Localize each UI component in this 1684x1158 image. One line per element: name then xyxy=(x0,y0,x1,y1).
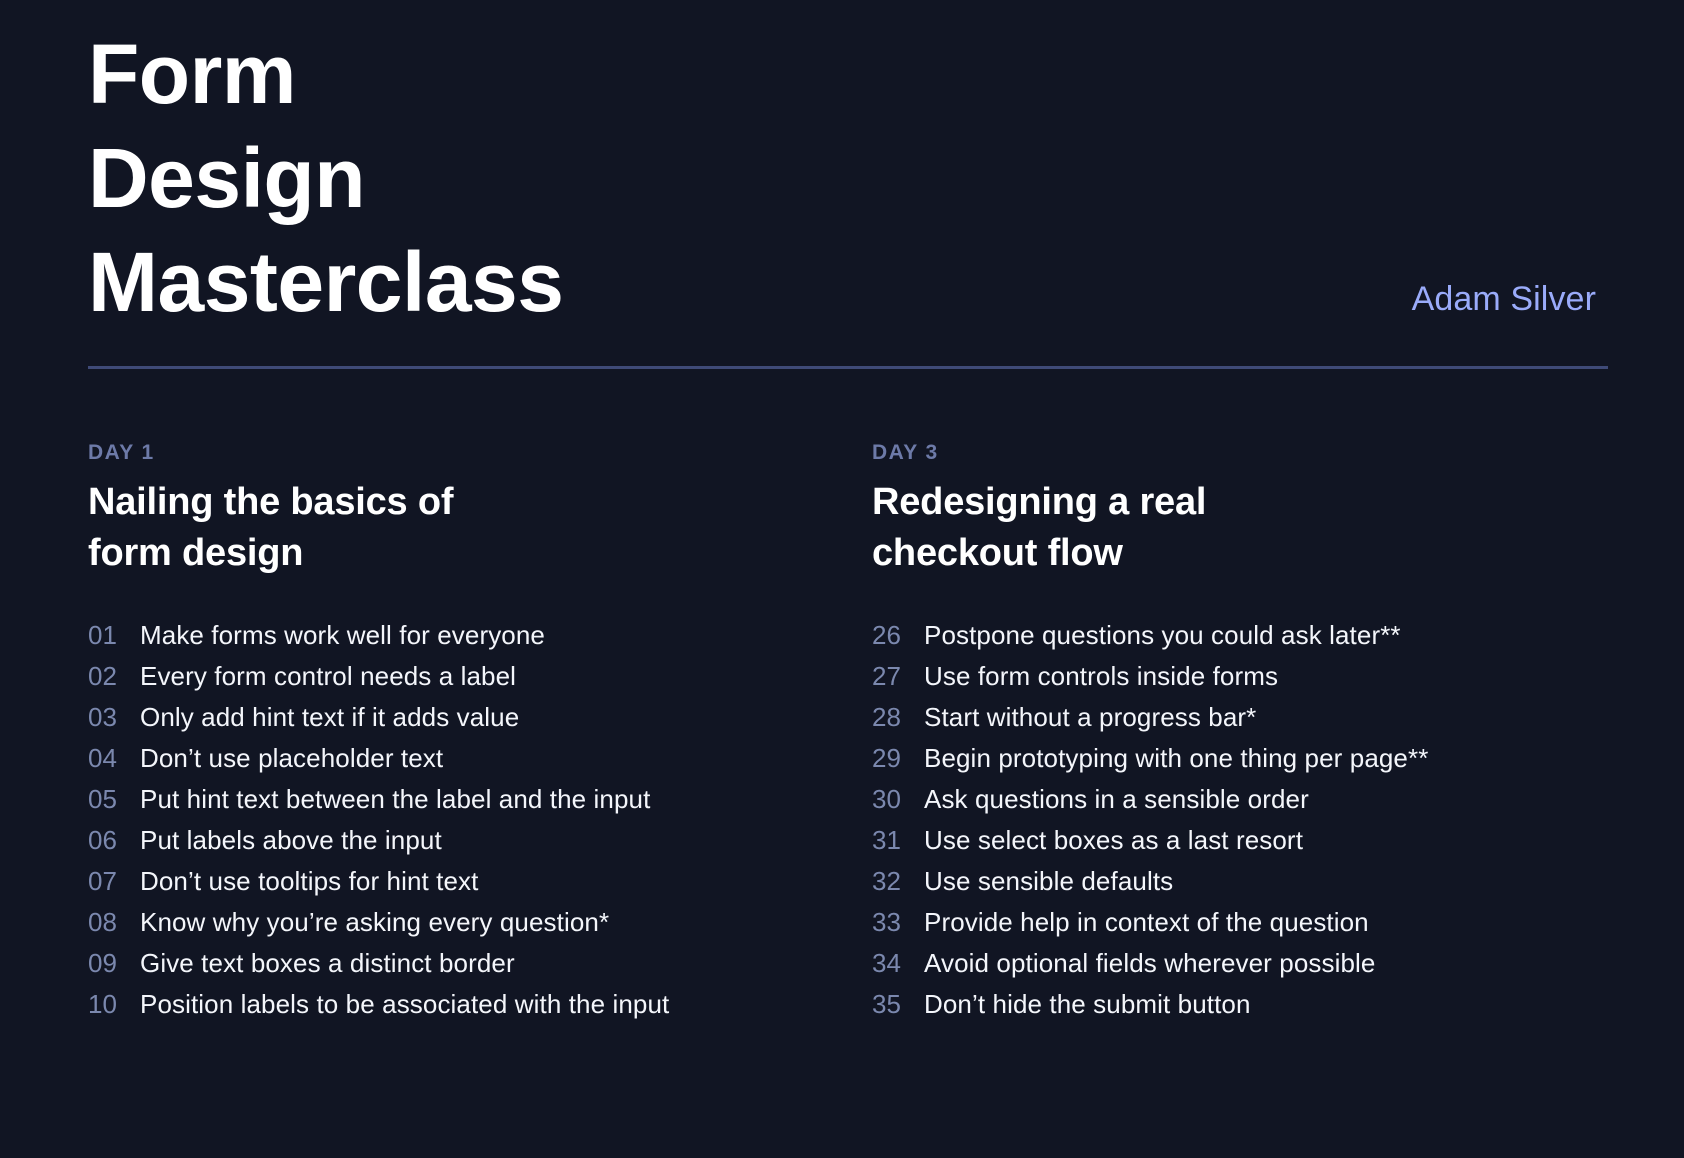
lesson-number: 04 xyxy=(88,743,117,774)
lesson-number: 33 xyxy=(872,907,901,938)
lesson-title: Ask questions in a sensible order xyxy=(924,784,1309,815)
day-column-1: DAY 1 Nailing the basics of form design … xyxy=(88,441,872,1025)
lesson-title: Avoid optional fields wherever possible xyxy=(924,948,1376,979)
list-item[interactable]: 10 Position labels to be associated with… xyxy=(88,984,872,1025)
lesson-title: Position labels to be associated with th… xyxy=(140,989,670,1020)
lesson-list-day-1: 01 Make forms work well for everyone 02 … xyxy=(88,615,872,1025)
lesson-title: Use select boxes as a last resort xyxy=(924,825,1304,856)
list-item[interactable]: 03 Only add hint text if it adds value xyxy=(88,697,872,738)
lesson-title: Use form controls inside forms xyxy=(924,661,1279,692)
day-label-1: DAY 1 xyxy=(88,441,155,464)
list-item[interactable]: 29 Begin prototyping with one thing per … xyxy=(872,738,1656,779)
list-item[interactable]: 32 Use sensible defaults xyxy=(872,861,1656,902)
lesson-title: Provide help in context of the question xyxy=(924,907,1369,938)
list-item[interactable]: 30 Ask questions in a sensible order xyxy=(872,779,1656,820)
page-title: Form Design Masterclass xyxy=(88,27,564,330)
header-divider xyxy=(88,366,1608,369)
lesson-number: 05 xyxy=(88,784,117,815)
course-syllabus-page: Form Design Masterclass Adam Silver DAY … xyxy=(0,0,1684,1158)
lesson-number: 28 xyxy=(872,702,901,733)
list-item[interactable]: 06 Put labels above the input xyxy=(88,820,872,861)
lesson-title: Put labels above the input xyxy=(140,825,442,856)
list-item[interactable]: 05 Put hint text between the label and t… xyxy=(88,779,872,820)
list-item[interactable]: 28 Start without a progress bar* xyxy=(872,697,1656,738)
lesson-number: 02 xyxy=(88,661,117,692)
list-item[interactable]: 31 Use select boxes as a last resort xyxy=(872,820,1656,861)
lesson-title: Begin prototyping with one thing per pag… xyxy=(924,743,1429,774)
lesson-title: Don’t hide the submit button xyxy=(924,989,1251,1020)
lesson-number: 26 xyxy=(872,620,901,651)
lesson-title: Use sensible defaults xyxy=(924,866,1174,897)
lesson-list-day-3: 26 Postpone questions you could ask late… xyxy=(872,615,1656,1025)
lesson-number: 29 xyxy=(872,743,901,774)
lesson-number: 08 xyxy=(88,907,117,938)
lesson-title: Don’t use placeholder text xyxy=(140,743,444,774)
list-item[interactable]: 34 Avoid optional fields wherever possib… xyxy=(872,943,1656,984)
lesson-title: Know why you’re asking every question* xyxy=(140,907,610,938)
lesson-title: Make forms work well for everyone xyxy=(140,620,545,651)
lesson-number: 30 xyxy=(872,784,901,815)
lesson-number: 34 xyxy=(872,948,901,979)
lesson-title: Give text boxes a distinct border xyxy=(140,948,515,979)
list-item[interactable]: 02 Every form control needs a label xyxy=(88,656,872,697)
page-header: Form Design Masterclass Adam Silver xyxy=(88,0,1596,340)
lesson-title: Don’t use tooltips for hint text xyxy=(140,866,479,897)
list-item[interactable]: 33 Provide help in context of the questi… xyxy=(872,902,1656,943)
day-column-3: DAY 3 Redesigning a real checkout flow 2… xyxy=(872,441,1656,1025)
list-item[interactable]: 04 Don’t use placeholder text xyxy=(88,738,872,779)
lesson-number: 35 xyxy=(872,989,901,1020)
list-item[interactable]: 27 Use form controls inside forms xyxy=(872,656,1656,697)
day-title-3: Redesigning a real checkout flow xyxy=(872,481,1207,574)
lesson-number: 31 xyxy=(872,825,901,856)
lesson-number: 07 xyxy=(88,866,117,897)
author-name: Adam Silver xyxy=(1411,280,1596,318)
lesson-number: 27 xyxy=(872,661,901,692)
list-item[interactable]: 26 Postpone questions you could ask late… xyxy=(872,615,1656,656)
lesson-title: Put hint text between the label and the … xyxy=(140,784,651,815)
lesson-title: Every form control needs a label xyxy=(140,661,517,692)
list-item[interactable]: 09 Give text boxes a distinct border xyxy=(88,943,872,984)
lesson-number: 01 xyxy=(88,620,117,651)
lesson-number: 10 xyxy=(88,989,117,1020)
lesson-number: 32 xyxy=(872,866,901,897)
lesson-title: Start without a progress bar* xyxy=(924,702,1257,733)
lesson-number: 06 xyxy=(88,825,117,856)
lesson-title: Postpone questions you could ask later** xyxy=(924,620,1401,651)
list-item[interactable]: 07 Don’t use tooltips for hint text xyxy=(88,861,872,902)
lesson-number: 03 xyxy=(88,702,117,733)
lesson-title: Only add hint text if it adds value xyxy=(140,702,520,733)
list-item[interactable]: 35 Don’t hide the submit button xyxy=(872,984,1656,1025)
day-label-3: DAY 3 xyxy=(872,441,939,464)
list-item[interactable]: 01 Make forms work well for everyone xyxy=(88,615,872,656)
lesson-number: 09 xyxy=(88,948,117,979)
day-columns: DAY 1 Nailing the basics of form design … xyxy=(88,441,1596,1025)
day-title-1: Nailing the basics of form design xyxy=(88,481,454,574)
list-item[interactable]: 08 Know why you’re asking every question… xyxy=(88,902,872,943)
